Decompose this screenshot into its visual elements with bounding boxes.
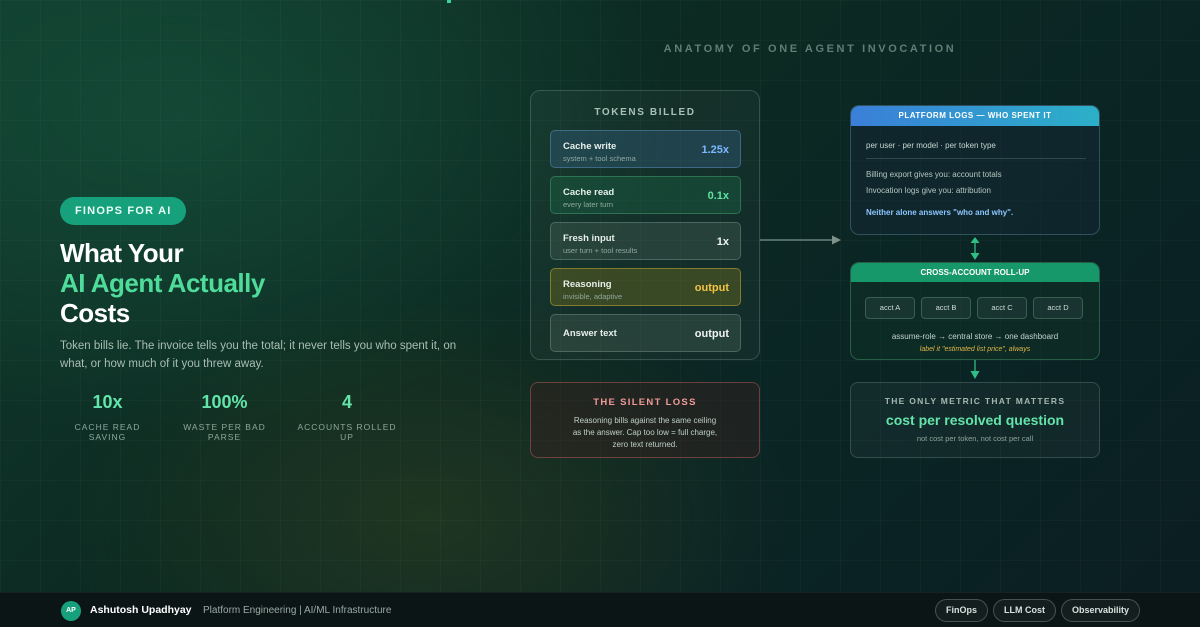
token-subtitle: system + tool schema [563, 154, 636, 163]
token-name: Cache read [563, 187, 615, 198]
tag-llm-cost[interactable]: LLM Cost [992, 599, 1056, 622]
silent-loss-body: Reasoning bills against the same ceiling… [572, 416, 718, 449]
token-subtitle: user turn + tool results [563, 246, 638, 255]
token-subtitle: invisible, adaptive [563, 292, 623, 301]
token-row-cache-write: Cache write system + tool schema 1.25x [550, 130, 741, 168]
invocation-logs-line: Invocation logs give you: attribution [866, 186, 991, 195]
token-multiplier: 1.25x [701, 144, 729, 156]
token-multiplier: output [694, 328, 729, 340]
rollup-flow: assume-role → central store → one dashbo… [891, 332, 1059, 341]
rollup-metric-arrow-icon [970, 360, 980, 379]
stat-value: 100% [201, 392, 248, 412]
account-chip: acct A [865, 297, 915, 319]
token-name: Reasoning [563, 279, 612, 290]
rollup-title: CROSS-ACCOUNT ROLL-UP [851, 263, 1099, 282]
top-accent-mark [447, 0, 451, 3]
stat-waste-per-bad-parse: 100% WASTE PER BAD PARSE [167, 392, 282, 442]
rollup-note: label it "estimated list price", always [919, 346, 1031, 353]
stat-accounts-rolled-up: 4 ACCOUNTS ROLLED UP [290, 392, 404, 442]
headline: What Your AI Agent Actually Costs [60, 238, 265, 328]
token-name: Fresh input [563, 233, 615, 244]
token-row-reasoning: Reasoning invisible, adaptive output [550, 268, 741, 306]
token-multiplier: 0.1x [707, 190, 729, 202]
token-row-fresh-input: Fresh input user turn + tool results 1x [550, 222, 741, 260]
platform-logs-title: PLATFORM LOGS — WHO SPENT IT [851, 106, 1099, 126]
stats-row: 10x CACHE READ SAVING 100% WASTE PER BAD… [60, 392, 404, 442]
platform-logs-panel: PLATFORM LOGS — WHO SPENT IT per user · … [850, 105, 1100, 235]
token-name: Cache write [563, 141, 617, 152]
finops-badge: FINOPS FOR AI [60, 197, 187, 225]
token-multiplier: output [694, 282, 729, 294]
silent-loss-title: THE SILENT LOSS [593, 397, 697, 408]
headline-line-3: Costs [60, 298, 130, 328]
platform-logs-dimensions: per user · per model · per token type [866, 141, 996, 150]
platform-logs-conclusion: Neither alone answers "who and why". [866, 208, 1014, 217]
token-row-cache-read: Cache read every later turn 0.1x [550, 176, 741, 214]
diagram-title: ANATOMY OF ONE AGENT INVOCATION [663, 43, 957, 55]
lead-paragraph: Token bills lie. The invoice tells you t… [60, 340, 457, 370]
stat-value: 4 [341, 392, 352, 412]
account-chip: acct B [921, 297, 971, 319]
tag-list: FinOps LLM Cost Observability [930, 599, 1140, 622]
metric-kicker: THE ONLY METRIC THAT MATTERS [884, 396, 1066, 406]
silent-loss-panel: THE SILENT LOSS Reasoning bills against … [530, 382, 760, 458]
account-list: acct A acct B acct C acct D [865, 297, 1089, 319]
footer-bar: AP Ashutosh Upadhyay Platform Engineerin… [0, 592, 1200, 627]
stat-label: CACHE READ SAVING [74, 422, 141, 442]
metric-subtitle: not cost per token, not cost per call [916, 434, 1034, 443]
headline-accent-line: AI Agent Actually [60, 268, 265, 298]
tokens-billed-panel: TOKENS BILLED Cache write system + tool … [530, 90, 760, 360]
headline-line-1: What Your [60, 238, 184, 268]
tag-finops[interactable]: FinOps [934, 599, 988, 622]
logs-rollup-connector-icon [970, 237, 980, 260]
account-chip: acct C [977, 297, 1027, 319]
platform-logs-divider [866, 158, 1086, 159]
tokens-billed-title: TOKENS BILLED [594, 107, 696, 118]
author-name: Ashutosh Upadhyay [90, 604, 192, 616]
token-multiplier: 1x [716, 236, 729, 248]
metric-headline: cost per resolved question [885, 412, 1065, 428]
tag-observability[interactable]: Observability [1060, 599, 1140, 622]
token-row-answer-text: Answer text output [550, 314, 741, 352]
token-name: Answer text [563, 328, 617, 339]
token-subtitle: every later turn [563, 200, 614, 209]
cross-account-rollup-panel: CROSS-ACCOUNT ROLL-UP acct A acct B acct… [850, 262, 1100, 360]
account-chip: acct D [1033, 297, 1083, 319]
stat-label: ACCOUNTS ROLLED UP [297, 422, 397, 442]
stat-value: 10x [92, 392, 123, 412]
stat-label: WASTE PER BAD PARSE [183, 422, 266, 442]
key-metric-panel: THE ONLY METRIC THAT MATTERS cost per re… [850, 382, 1100, 458]
stat-cache-read-saving: 10x CACHE READ SAVING [60, 392, 155, 442]
author-role: Platform Engineering | AI/ML Infrastruct… [203, 605, 392, 616]
billing-export-line: Billing export gives you: account totals [866, 170, 1002, 179]
avatar: AP [61, 601, 81, 621]
tokens-to-logs-arrow-icon [760, 235, 841, 245]
